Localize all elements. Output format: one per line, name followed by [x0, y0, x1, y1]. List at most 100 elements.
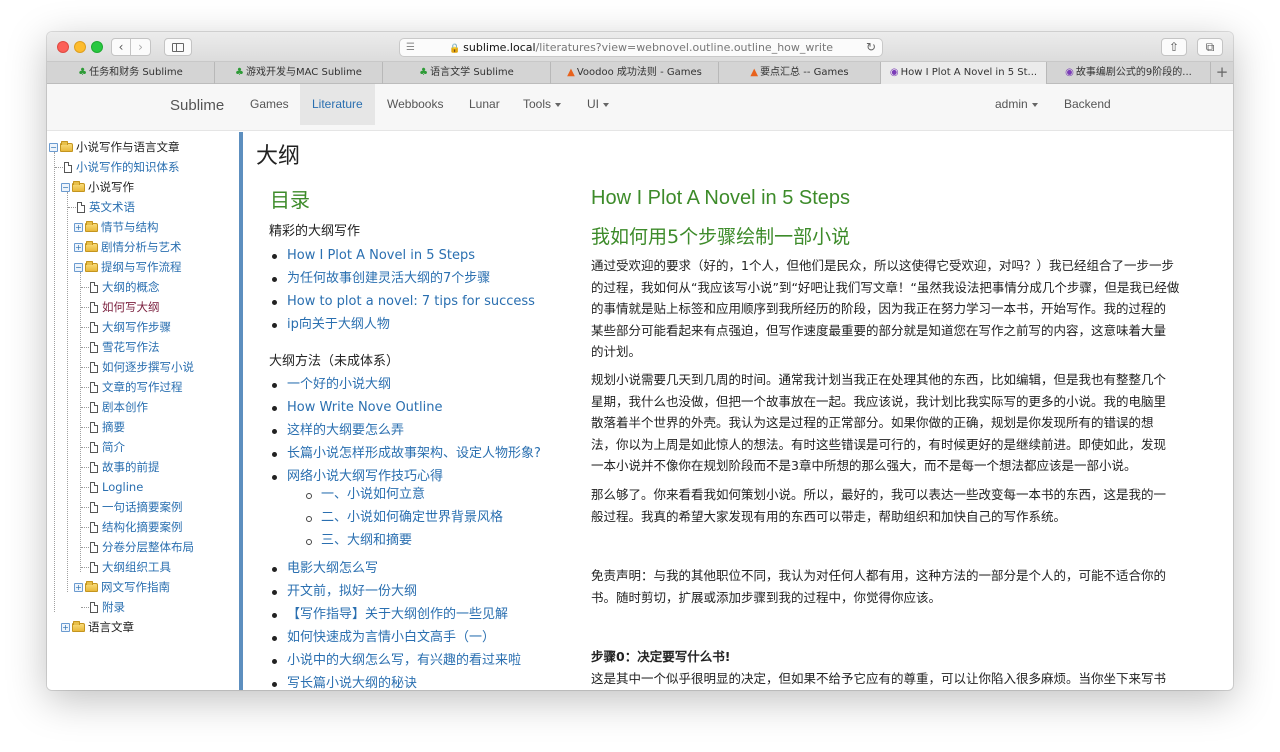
share-button[interactable]: ⇧: [1161, 38, 1187, 56]
tree-node-label: 雪花写作法: [102, 340, 160, 354]
tree-node-label: 大纲组织工具: [102, 560, 171, 574]
tree-node-doc-selected[interactable]: 如何写大纲: [81, 298, 160, 316]
tree-node-doc[interactable]: 故事的前提: [81, 458, 160, 476]
cat-icon: ◉: [1065, 67, 1074, 78]
close-window-button[interactable]: [57, 41, 69, 53]
tabs-overview-icon: ⧉: [1205, 40, 1215, 54]
show-tabs-button[interactable]: ⧉: [1197, 38, 1223, 56]
caret-down-icon: [555, 102, 562, 107]
expand-icon[interactable]: +: [74, 223, 83, 232]
article-title-en: How I Plot A Novel in 5 Steps: [591, 187, 851, 209]
toc-link[interactable]: How Write Nove Outline: [271, 398, 442, 418]
forward-button[interactable]: ›: [131, 38, 151, 56]
toc-sublink[interactable]: 一、小说如何立意: [305, 485, 425, 505]
tree-node-doc[interactable]: 分卷分层整体布局: [81, 538, 194, 556]
tree-node-folder[interactable]: + 情节与结构: [74, 218, 159, 236]
tree-node-folder[interactable]: − 小说写作与语言文章: [49, 138, 180, 156]
document-icon: [90, 422, 98, 433]
toc-link[interactable]: 网络小说大纲写作技巧心得: [271, 467, 443, 487]
toc-sublink[interactable]: 三、大纲和摘要: [305, 531, 412, 551]
tree-node-doc[interactable]: 小说写作的知识体系: [55, 158, 180, 176]
toc-link[interactable]: How to plot a novel: 7 tips for success: [272, 292, 535, 312]
toc-link[interactable]: 如何快速成为言情小白文高手（一）: [271, 628, 495, 648]
toc-link[interactable]: 写长篇小说大纲的秘诀: [271, 674, 417, 690]
toc-link[interactable]: How I Plot A Novel in 5 Steps: [272, 246, 475, 266]
toc-link[interactable]: 为任何故事创建灵活大纲的7个步骤: [271, 269, 490, 289]
tree-node-label: 情节与结构: [101, 220, 159, 234]
tree-node-doc[interactable]: 大纲的概念: [81, 278, 160, 296]
reload-icon[interactable]: ↻: [866, 39, 876, 56]
tree-node-folder[interactable]: − 小说写作: [61, 178, 134, 196]
browser-tab[interactable]: ◉ 故事编剧公式的9阶段的...: [1047, 62, 1211, 84]
nav-backend[interactable]: Backend: [1052, 84, 1123, 125]
browser-tab-active[interactable]: ◉ How I Plot A Novel in 5 St...: [881, 62, 1047, 84]
tree-node-doc[interactable]: 附录: [81, 598, 125, 616]
expand-icon[interactable]: +: [74, 243, 83, 252]
back-button[interactable]: ‹: [111, 38, 131, 56]
document-icon: [90, 302, 98, 313]
tree-node-doc[interactable]: 简介: [81, 438, 125, 456]
minimize-window-button[interactable]: [74, 41, 86, 53]
nav-webbooks[interactable]: Webbooks: [375, 84, 455, 125]
caret-down-icon: [603, 102, 609, 107]
toc-link[interactable]: 长篇小说怎样形成故事架构、设定人物形象?: [272, 444, 541, 464]
tree-node-doc[interactable]: 剧本创作: [81, 398, 148, 416]
tree-node-doc[interactable]: 一句话摘要案例: [81, 498, 183, 516]
plus-icon: +: [1215, 63, 1229, 81]
tree-node-label: 一句话摘要案例: [102, 500, 183, 514]
nav-lunar[interactable]: Lunar: [457, 84, 512, 125]
tree-node-label: 提纲与写作流程: [101, 260, 182, 274]
tree-node-doc[interactable]: 摘要: [81, 418, 125, 436]
toc-link[interactable]: 开文前，拟好一份大纲: [271, 582, 417, 602]
tree-node-doc[interactable]: 大纲写作步骤: [81, 318, 171, 336]
toc-link[interactable]: 一个好的小说大纲: [271, 375, 391, 395]
nav-ui-dropdown[interactable]: UI: [575, 84, 621, 125]
document-icon: [90, 322, 98, 333]
tree-node-doc[interactable]: 大纲组织工具: [81, 558, 171, 576]
browser-tab[interactable]: ▲ 要点汇总 -- Games: [719, 62, 881, 84]
folder-icon: [85, 221, 98, 232]
reader-icon[interactable]: ☰: [406, 39, 415, 56]
browser-tab[interactable]: ▲ Voodoo 成功法则 - Games: [551, 62, 719, 84]
tree-node-doc[interactable]: 英文术语: [68, 198, 135, 216]
address-bar[interactable]: ☰ 🔒 sublime.local/literatures?view=webnov…: [399, 38, 883, 57]
collapse-icon[interactable]: −: [74, 263, 83, 272]
nav-games[interactable]: Games: [238, 84, 301, 125]
clover-icon: ♣: [78, 67, 88, 78]
expand-icon[interactable]: +: [74, 583, 83, 592]
nav-user-dropdown[interactable]: admin: [983, 84, 1050, 125]
zoom-window-button[interactable]: [91, 41, 103, 53]
tree-node-folder[interactable]: + 剧情分析与艺术: [74, 238, 182, 256]
tree-node-label: 大纲写作步骤: [102, 320, 171, 334]
browser-tab[interactable]: ♣ 游戏开发与MAC Sublime: [215, 62, 383, 84]
tree-node-doc[interactable]: 文章的写作过程: [81, 378, 183, 396]
collapse-icon[interactable]: −: [49, 143, 58, 152]
nav-tools-dropdown[interactable]: Tools: [511, 84, 573, 125]
collapse-icon[interactable]: −: [61, 183, 70, 192]
tree-node-doc[interactable]: 如何逐步撰写小说: [81, 358, 194, 376]
tree-node-doc[interactable]: 结构化摘要案例: [81, 518, 183, 536]
tree-node-folder[interactable]: + 语言文章: [61, 618, 134, 636]
tree-node-doc[interactable]: Logline: [81, 478, 143, 496]
toc-sublink[interactable]: 二、小说如何确定世界背景风格: [305, 508, 503, 528]
brand-link[interactable]: Sublime: [170, 84, 224, 128]
tree-node-folder[interactable]: + 网文写作指南: [74, 578, 170, 596]
tree-node-doc[interactable]: 雪花写作法: [81, 338, 160, 356]
sidebar-toggle-button[interactable]: [164, 38, 192, 56]
url-host: sublime.local: [463, 41, 536, 54]
article-step-heading: 步骤0：决定要写什么书!: [591, 649, 731, 664]
toc-link[interactable]: ip向关于大纲人物: [272, 315, 390, 335]
tree-node-folder[interactable]: − 提纲与写作流程: [74, 258, 182, 276]
browser-tab[interactable]: ♣ 任务和财务 Sublime: [47, 62, 215, 84]
nav-literature[interactable]: Literature: [300, 84, 375, 125]
browser-tab[interactable]: ♣ 语言文学 Sublime: [383, 62, 551, 84]
tree-node-label: 简介: [102, 440, 125, 454]
toc-link[interactable]: 电影大纲怎么写: [271, 559, 378, 579]
tree-node-label: 小说写作与语言文章: [76, 140, 180, 154]
expand-icon[interactable]: +: [61, 623, 70, 632]
toc-link[interactable]: 这样的大纲要怎么弄: [271, 421, 404, 441]
new-tab-button[interactable]: +: [1211, 62, 1233, 84]
toc-link[interactable]: 【写作指导】关于大纲创作的一些见解: [271, 605, 508, 625]
folder-icon: [85, 241, 98, 252]
toc-link[interactable]: 小说中的大纲怎么写，有兴趣的看过来啦: [271, 651, 521, 671]
